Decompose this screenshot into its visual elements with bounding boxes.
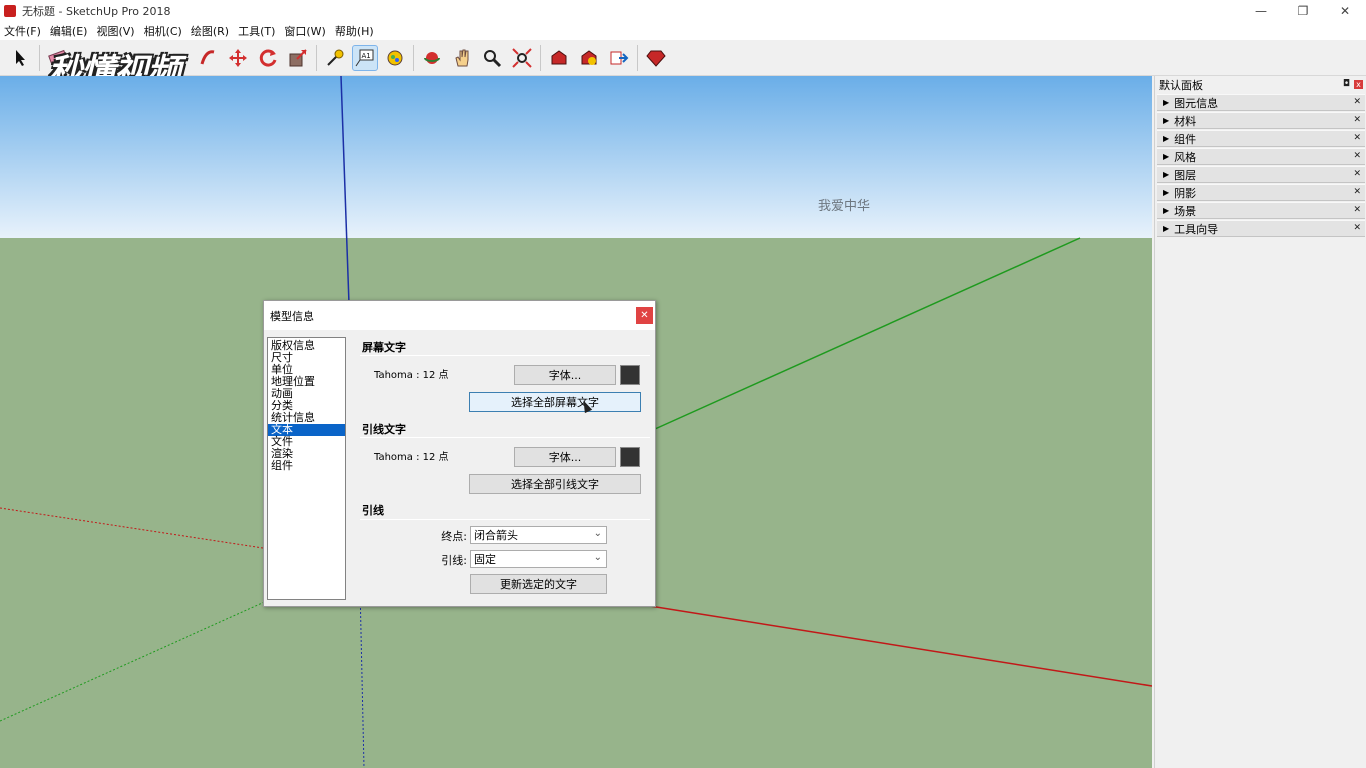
close-icon[interactable]: ✕: [1353, 151, 1361, 161]
close-icon[interactable]: ✕: [1353, 97, 1361, 107]
update-selected-text-button[interactable]: 更新选定的文字: [470, 574, 607, 594]
pan-icon[interactable]: [449, 45, 475, 71]
section-divider: [360, 355, 650, 356]
expand-arrow-icon: ▶: [1163, 116, 1170, 125]
default-tray: 默认面板 ◘ x ▶ 图元信息 ✕ ▶ 材料 ✕ ▶ 组件 ✕ ▶ 风格 ✕ ▶ 图层 ✕ ▶ 阴影 ✕…: [1154, 76, 1366, 768]
expand-arrow-icon: ▶: [1163, 98, 1170, 107]
close-icon[interactable]: ✕: [1353, 115, 1361, 125]
close-button[interactable]: ✕: [1324, 0, 1366, 22]
text-icon[interactable]: A1: [352, 44, 378, 71]
chevron-down-icon: ⌄: [593, 552, 602, 563]
tray-item-entity-info[interactable]: ▶ 图元信息 ✕: [1157, 94, 1365, 111]
expand-arrow-icon: ▶: [1163, 170, 1170, 179]
move-icon[interactable]: [225, 45, 251, 71]
section-divider: [360, 519, 650, 520]
toolbar-separator: [540, 44, 541, 71]
tape-measure-icon[interactable]: [322, 45, 348, 71]
select-all-screen-text-button[interactable]: 选择全部屏幕文字: [469, 392, 641, 412]
screen-text-font: Tahoma : 12 点: [374, 370, 449, 381]
screen-text-font-button[interactable]: 字体...: [514, 365, 616, 385]
endpoint-value: 闭合箭头: [474, 529, 518, 542]
leader-text-color-swatch[interactable]: [620, 447, 640, 467]
ruby-console-icon[interactable]: [643, 45, 669, 71]
tray-item-layers[interactable]: ▶ 图层 ✕: [1157, 166, 1365, 183]
dialog-title-bar[interactable]: 模型信息 ✕: [264, 301, 655, 330]
toolbar-separator: [39, 44, 40, 71]
tray-item-components[interactable]: ▶ 组件 ✕: [1157, 130, 1365, 147]
tray-item-scenes[interactable]: ▶ 场景 ✕: [1157, 202, 1365, 219]
menu-help[interactable]: 帮助(H): [335, 23, 374, 39]
endpoint-select[interactable]: 闭合箭头 ⌄: [470, 526, 607, 544]
close-icon[interactable]: ✕: [1353, 169, 1361, 179]
expand-arrow-icon: ▶: [1163, 206, 1170, 215]
toolbar-separator: [316, 44, 317, 71]
menu-edit[interactable]: 编辑(E): [50, 23, 88, 39]
rotate-icon[interactable]: [255, 45, 281, 71]
toolbar: A1: [0, 40, 1366, 76]
zoom-extents-icon[interactable]: [509, 45, 535, 71]
tray-close-button[interactable]: x: [1354, 80, 1363, 89]
leader-text-font-button[interactable]: 字体...: [514, 447, 616, 467]
title-bar: 无标题 - SketchUp Pro 2018 — ❐ ✕: [0, 0, 1366, 22]
tray-item-shadows[interactable]: ▶ 阴影 ✕: [1157, 184, 1365, 201]
menu-bar: 文件(F) 编辑(E) 视图(V) 相机(C) 绘图(R) 工具(T) 窗口(W…: [0, 22, 1366, 40]
svg-text:A1: A1: [362, 52, 371, 60]
leader-value: 固定: [474, 553, 496, 566]
screen-text-color-swatch[interactable]: [620, 365, 640, 385]
close-icon[interactable]: ✕: [1353, 187, 1361, 197]
menu-tools[interactable]: 工具(T): [238, 23, 275, 39]
expand-arrow-icon: ▶: [1163, 188, 1170, 197]
toolbar-separator: [637, 44, 638, 71]
screen-text-heading: 屏幕文字: [362, 341, 406, 354]
warehouse-icon[interactable]: [546, 45, 572, 71]
paint-bucket-icon[interactable]: [382, 45, 408, 71]
follow-me-icon[interactable]: [195, 45, 221, 71]
send-to-layout-icon[interactable]: [606, 45, 632, 71]
leader-text-font: Tahoma : 12 点: [374, 452, 449, 463]
zoom-icon[interactable]: [479, 45, 505, 71]
orbit-icon[interactable]: [419, 45, 445, 71]
dialog-title: 模型信息: [270, 309, 314, 323]
restore-button[interactable]: ❐: [1282, 0, 1324, 22]
endpoint-label: 终点:: [441, 530, 467, 543]
sketchup-app-icon: [4, 5, 16, 17]
section-divider: [360, 437, 650, 438]
expand-arrow-icon: ▶: [1163, 134, 1170, 143]
tray-header: 默认面板 ◘ x: [1155, 76, 1366, 94]
category-components[interactable]: 组件: [268, 460, 345, 472]
expand-arrow-icon: ▶: [1163, 152, 1170, 161]
model-info-dialog: 模型信息 ✕ 版权信息 尺寸 单位 地理位置 动画 分类 统计信息 文本 文件 …: [263, 300, 656, 607]
pin-icon[interactable]: ◘: [1343, 79, 1350, 89]
tray-item-instructor[interactable]: ▶ 工具向导 ✕: [1157, 220, 1365, 237]
window-controls: — ❐ ✕: [1240, 0, 1366, 22]
select-icon[interactable]: [8, 45, 34, 71]
close-icon[interactable]: ✕: [1353, 205, 1361, 215]
leader-label: 引线:: [441, 554, 467, 567]
tray-item-styles[interactable]: ▶ 风格 ✕: [1157, 148, 1365, 165]
minimize-button[interactable]: —: [1240, 0, 1282, 22]
leader-select[interactable]: 固定 ⌄: [470, 550, 607, 568]
menu-camera[interactable]: 相机(C): [144, 23, 182, 39]
chevron-down-icon: ⌄: [593, 528, 602, 539]
menu-draw[interactable]: 绘图(R): [191, 23, 229, 39]
screen-text-label[interactable]: 我爱中华: [818, 195, 870, 214]
scale-icon[interactable]: [285, 45, 311, 71]
select-all-leader-text-button[interactable]: 选择全部引线文字: [469, 474, 641, 494]
close-icon[interactable]: ✕: [1353, 223, 1361, 233]
toolbar-separator: [413, 44, 414, 71]
menu-window[interactable]: 窗口(W): [284, 23, 325, 39]
expand-arrow-icon: ▶: [1163, 224, 1170, 233]
menu-file[interactable]: 文件(F): [4, 23, 41, 39]
tray-title: 默认面板: [1159, 79, 1203, 92]
menu-view[interactable]: 视图(V): [96, 23, 134, 39]
dialog-close-button[interactable]: ✕: [636, 307, 653, 324]
leader-heading: 引线: [362, 504, 384, 517]
tray-item-materials[interactable]: ▶ 材料 ✕: [1157, 112, 1365, 129]
close-icon[interactable]: ✕: [1353, 133, 1361, 143]
sky: [0, 76, 1152, 238]
category-list[interactable]: 版权信息 尺寸 单位 地理位置 动画 分类 统计信息 文本 文件 渲染 组件: [267, 337, 346, 600]
leader-text-heading: 引线文字: [362, 423, 406, 436]
extension-warehouse-icon[interactable]: [576, 45, 602, 71]
window-title: 无标题 - SketchUp Pro 2018: [22, 5, 171, 18]
